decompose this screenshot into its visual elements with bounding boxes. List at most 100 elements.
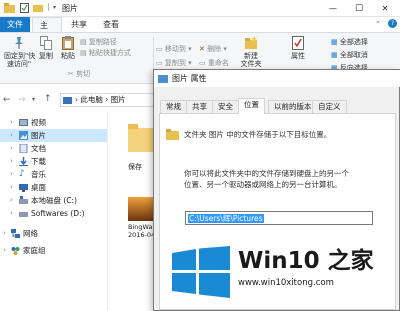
copy-to-label: 复制到	[164, 59, 186, 67]
move-to-dropdown-icon: ▾	[185, 45, 192, 53]
chevron-right-icon[interactable]: ›	[10, 142, 13, 155]
chevron-right-icon[interactable]: ›	[10, 207, 13, 220]
delete-dropdown-icon: ▾	[221, 45, 227, 53]
dialog-title: 图片 属性	[172, 74, 207, 83]
copy-path-label: 复制路径	[88, 38, 117, 46]
pin-icon	[13, 36, 25, 50]
sidebar-item-label: 网络	[23, 229, 38, 238]
download-icon	[19, 157, 28, 166]
drive-icon	[19, 196, 28, 205]
rename-label: 重命名	[207, 59, 229, 67]
sidebar-item-label: 视频	[31, 118, 46, 127]
tab-customize[interactable]: 自定义	[312, 100, 347, 113]
forward-button[interactable]: →	[18, 95, 26, 105]
chevron-right-icon[interactable]: ›	[10, 116, 13, 129]
video-icon	[19, 118, 28, 127]
watermark: Win10 之家 www.win10xitong.com	[170, 238, 400, 311]
tab-security[interactable]: 安全	[212, 100, 239, 113]
select-none-button[interactable]: ▦ 全部取消	[331, 50, 368, 60]
tab-location[interactable]: 位置	[238, 98, 265, 114]
sidebar-item-label: 音乐	[31, 170, 46, 179]
chevron-right-icon[interactable]: ›	[10, 129, 13, 142]
music-icon: ♪	[19, 169, 25, 179]
chevron-right-icon[interactable]: ›	[10, 181, 13, 194]
sidebar-item-videos[interactable]: › 视频	[0, 116, 107, 129]
sidebar-item-label: 文档	[31, 144, 46, 153]
app-folder-icon	[4, 3, 15, 13]
qat-newfolder-icon[interactable]	[33, 3, 43, 13]
homegroup-icon	[11, 246, 20, 255]
chevron-right-icon[interactable]: ›	[3, 227, 6, 240]
pin-quick-access-button[interactable]: 固定到"快 速访问"	[4, 36, 35, 68]
chevron-right-icon[interactable]: ›	[10, 168, 13, 181]
location-path-value: C:\Users\辉\Pictures	[188, 214, 264, 223]
sidebar-item-pictures[interactable]: › 图片	[0, 129, 107, 142]
sidebar-item-desktop[interactable]: › 桌面	[0, 181, 107, 194]
minimize-icon: —	[329, 4, 337, 13]
sidebar-item-drive-c[interactable]: › 本地磁盘 (C:)	[0, 194, 107, 207]
up-button[interactable]: ↑	[44, 94, 52, 104]
chevron-right-icon[interactable]: ›	[10, 194, 13, 207]
tab-home[interactable]: 主页	[32, 17, 62, 45]
copy-to-button[interactable]: ▭ 复制到 ▾	[156, 58, 192, 68]
delete-button[interactable]: ✕ 删除 ▾	[199, 44, 227, 54]
sidebar-item-drive-d[interactable]: › Softwares (D:)	[0, 207, 107, 220]
copy-button[interactable]: 复制	[36, 36, 56, 60]
network-icon	[11, 229, 20, 238]
qat-properties-icon[interactable]	[20, 3, 30, 13]
address-segment-pictures[interactable]: 图片	[111, 95, 126, 104]
address-segment-thispc[interactable]: 此电脑	[80, 95, 103, 104]
sidebar-item-downloads[interactable]: › 下载	[0, 155, 107, 168]
tab-general[interactable]: 常规	[160, 100, 187, 113]
paste-shortcut-button[interactable]: ▤ 粘贴快捷方式	[80, 48, 131, 58]
back-button[interactable]: ←	[3, 95, 11, 105]
dialog-title-bar: 图片 属性	[154, 70, 400, 87]
paste-button[interactable]: 粘贴	[58, 36, 78, 60]
cut-button[interactable]: ✂ 剪切	[68, 69, 90, 79]
desktop-icon	[19, 183, 28, 192]
recent-locations-icon[interactable]: ▾	[32, 96, 35, 103]
documents-icon	[19, 144, 28, 153]
sidebar-item-documents[interactable]: › 文档	[0, 142, 107, 155]
maximize-icon: ☐	[354, 3, 364, 14]
help-icon[interactable]: ?	[388, 19, 397, 28]
chevron-right-icon[interactable]: ›	[3, 244, 6, 257]
qat-dropdown-icon[interactable]: ▾	[53, 4, 56, 11]
chevron-right-icon[interactable]: ›	[10, 155, 13, 168]
properties-button[interactable]: 属性	[287, 36, 309, 60]
tab-previous-versions[interactable]: 以前的版本	[268, 100, 318, 113]
address-bar[interactable]: › 此电脑 › 图片	[60, 93, 160, 107]
copy-label: 复制	[39, 52, 53, 60]
select-none-icon: ▦	[331, 51, 340, 59]
move-to-label: 移动到	[164, 45, 186, 53]
move-to-button[interactable]: ▭ 移动到 ▾	[156, 44, 192, 54]
sidebar-item-network[interactable]: › 网络	[0, 227, 107, 240]
close-button[interactable]: ✕	[374, 0, 396, 17]
paste-icon	[62, 36, 74, 50]
rename-button[interactable]: ▭ 重命名	[199, 58, 229, 68]
maximize-button[interactable]: ☐	[348, 0, 370, 17]
rename-icon: ▭	[199, 59, 208, 67]
tab-view[interactable]: 查看	[96, 17, 126, 32]
sidebar-item-label: Softwares (D:)	[31, 209, 85, 218]
qat-separator: |	[47, 2, 50, 11]
copy-path-button[interactable]: ▤ 复制路径	[80, 37, 117, 47]
sidebar-item-homegroup[interactable]: › 家庭组	[0, 244, 107, 257]
tab-file[interactable]: 文件	[0, 17, 30, 32]
sidebar-item-music[interactable]: › ♪ 音乐	[0, 168, 107, 181]
address-separator: ›	[105, 95, 109, 104]
new-folder-button[interactable]: 新建 文件夹	[237, 36, 265, 68]
select-all-button[interactable]: ▦ 全部选择	[331, 37, 368, 47]
new-folder-label: 新建 文件夹	[240, 52, 262, 68]
tab-share[interactable]: 共享	[64, 17, 94, 32]
watermark-url: www.win10xitong.com	[238, 278, 334, 288]
tab-sharing[interactable]: 共享	[186, 100, 213, 113]
ribbon-collapse-icon[interactable]: ⌃	[375, 20, 381, 28]
ribbon-tab-bar: 文件 主页 共享 查看 ⌃ ?	[0, 17, 400, 45]
minimize-button[interactable]: —	[322, 0, 344, 17]
location-path-field[interactable]: C:\Users\辉\Pictures	[185, 211, 373, 225]
copy-to-dropdown-icon: ▾	[185, 59, 192, 67]
sidebar-item-label: 本地磁盘 (C:)	[31, 196, 77, 205]
address-folder-icon	[63, 96, 72, 104]
paste-label: 粘贴	[61, 52, 75, 60]
